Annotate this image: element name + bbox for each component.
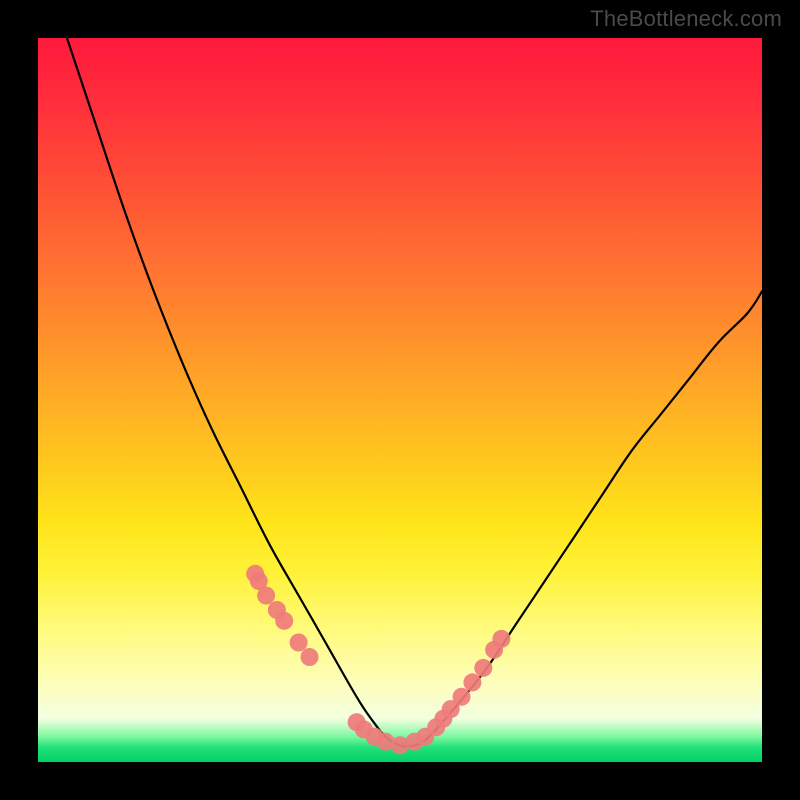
watermark-text: TheBottleneck.com <box>590 6 782 32</box>
marker-dot <box>290 634 308 652</box>
markers-group <box>246 565 510 755</box>
marker-dot <box>275 612 293 630</box>
chart-svg <box>38 38 762 762</box>
marker-dot <box>453 688 471 706</box>
marker-dot <box>301 648 319 666</box>
marker-dot <box>257 587 275 605</box>
plot-area <box>38 38 762 762</box>
marker-dot <box>474 659 492 677</box>
curve-path <box>67 38 762 747</box>
marker-dot <box>492 630 510 648</box>
marker-dot <box>463 673 481 691</box>
chart-frame: TheBottleneck.com <box>0 0 800 800</box>
